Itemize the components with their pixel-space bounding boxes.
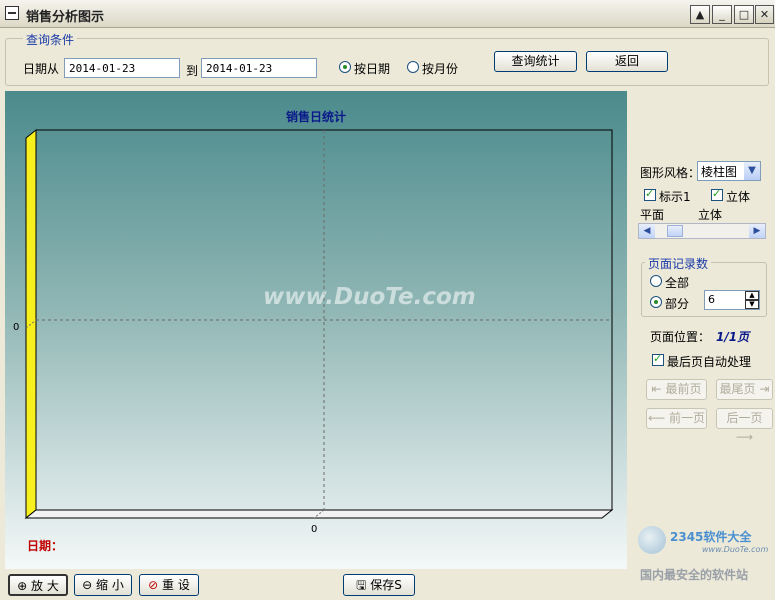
to-label: 到 [186,64,199,78]
logo-mascot-icon [638,526,666,554]
scroll-right-icon[interactable]: ▶ [749,224,765,238]
maximize-button[interactable]: □ [734,5,754,24]
stereo-scale-label: 立体 [698,208,723,222]
spin-up-icon[interactable]: ▲ [745,291,759,300]
reset-button[interactable]: ⊘ 重 设 [139,574,199,596]
logo-url: www.DuoTe.com [702,545,769,554]
query-stats-button[interactable]: 查询统计 [494,51,577,72]
all-radio[interactable] [650,275,662,287]
style-label: 图形风格： [640,166,701,180]
prev-page-button[interactable]: ⟵ 前一页 [646,408,707,429]
first-page-button[interactable]: ⇤ 最前页 [646,379,707,400]
x-axis-floor [24,509,614,519]
by-date-label: 按日期 [354,62,391,76]
depth-scrollbar[interactable]: ◀ ▶ [638,223,766,239]
reset-icon: ⊘ [148,578,159,592]
stereo-checkbox[interactable] [711,187,723,201]
chart-panel: 销售日统计 0 0 日期： www.DuoTe.com [5,91,627,569]
date-to-input[interactable] [201,58,317,78]
next-page-button[interactable]: 后一页 ⟶ [716,408,773,444]
part-label: 部分 [665,297,690,311]
flat-label: 平面 [640,208,665,222]
mark-label: 标示1 [659,190,691,204]
last-page-icon: ⇥ [759,382,770,396]
watermark-text: www.DuoTe.com [263,284,476,310]
query-group-legend: 查询条件 [23,31,78,48]
minimize-button[interactable]: _ [712,5,732,24]
next-page-icon: ⟶ [735,430,754,444]
help-button[interactable]: ▲ [690,5,710,24]
zoom-in-icon: ⊕ [17,579,28,593]
logo: 2345软件大全 www.DuoTe.com [634,522,772,562]
y-axis-wall [25,128,37,520]
scroll-left-icon[interactable]: ◀ [639,224,655,238]
zoom-out-button[interactable]: ⊖ 缩 小 [74,574,132,596]
date-from-input[interactable] [64,58,180,78]
scroll-thumb[interactable] [667,225,683,237]
title-bar: 销售分析图示 ▲ _ □ ✕ [0,0,775,28]
first-page-icon: ⇤ [651,382,662,396]
by-month-label: 按月份 [422,62,459,76]
date-axis-label: 日期： [27,539,64,553]
zoom-in-button[interactable]: ⊕ 放 大 [8,574,68,596]
style-select[interactable]: 棱柱图 ▼ [697,161,761,181]
by-month-radio[interactable] [407,61,419,73]
mark-checkbox[interactable] [644,187,656,201]
prev-page-icon: ⟵ [647,411,666,425]
save-icon: 🖫 [356,578,367,592]
save-button[interactable]: 🖫 保存S [343,574,415,596]
back-button[interactable]: 返回 [586,51,668,72]
page-position-label: 页面位置： [650,330,711,344]
by-date-radio[interactable] [339,61,351,73]
chart-canvas [24,128,614,520]
last-page-button[interactable]: 最尾页 ⇥ [716,379,773,400]
part-radio[interactable] [650,296,662,308]
auto-last-checkbox[interactable] [652,352,664,366]
y-tick-label: 0 [13,322,20,333]
part-count-spinner[interactable]: 6 ▲ ▼ [704,290,760,310]
system-menu-icon[interactable] [5,6,19,20]
chevron-down-icon[interactable]: ▼ [744,162,760,180]
close-button[interactable]: ✕ [755,5,774,24]
all-label: 全部 [665,276,690,290]
part-count-value: 6 [708,293,715,306]
window-title: 销售分析图示 [26,10,105,25]
date-from-label: 日期从 [23,62,60,76]
page-position-value: 1/1页 [716,330,750,344]
logo-slogan: 国内最安全的软件站 [640,568,749,582]
x-tick-label: 0 [311,524,318,535]
stereo-label: 立体 [726,190,751,204]
page-records-legend: 页面记录数 [645,255,712,272]
auto-last-label: 最后页自动处理 [667,355,752,369]
logo-brand: 2345软件大全 [670,530,752,544]
zoom-out-icon: ⊖ [82,578,93,592]
spin-down-icon[interactable]: ▼ [745,300,759,309]
style-select-value: 棱柱图 [701,165,738,179]
